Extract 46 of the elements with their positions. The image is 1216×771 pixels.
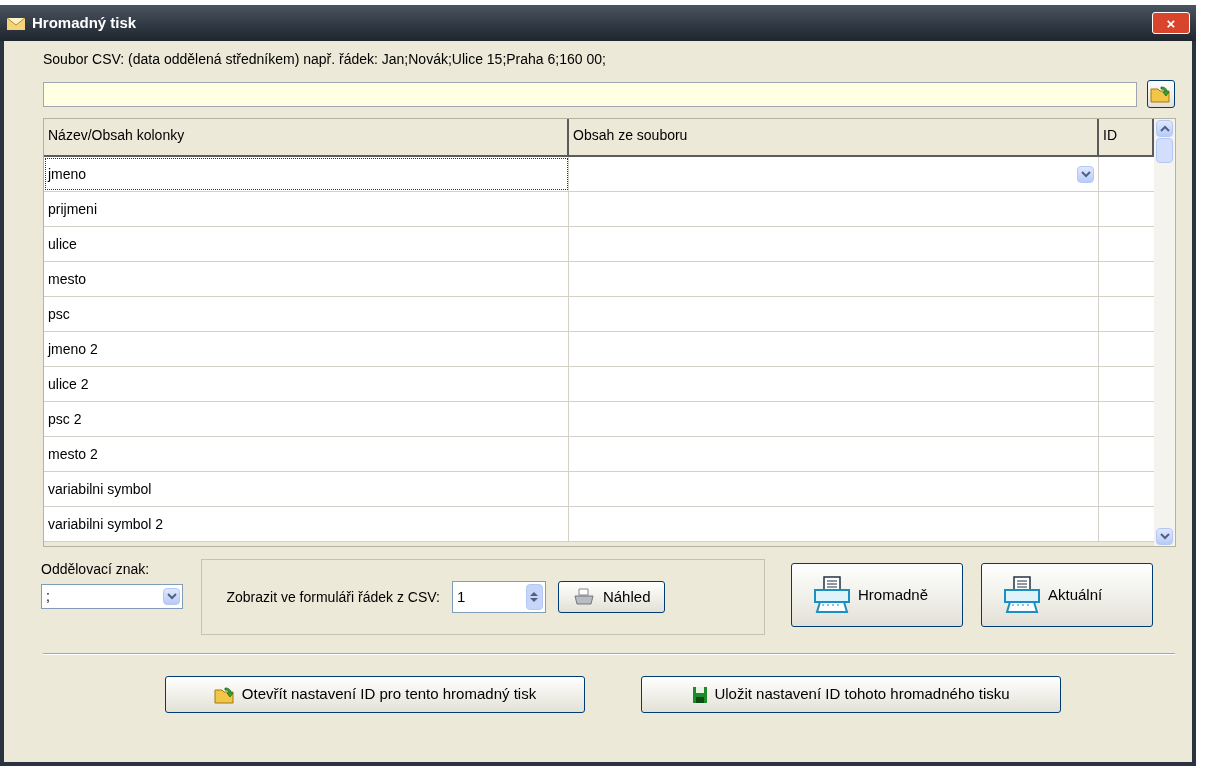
separator-label: Oddělovací znak:	[41, 560, 151, 579]
table-cell: psc 2	[44, 402, 569, 436]
folder-icon	[213, 684, 236, 705]
printer-icon	[1002, 575, 1042, 615]
dropdown-button[interactable]	[163, 588, 180, 605]
chevron-up-icon	[1159, 125, 1170, 132]
csv-file-field[interactable]	[43, 81, 1137, 107]
scroll-down-button[interactable]	[1156, 528, 1173, 545]
printer-icon	[812, 575, 852, 615]
chevron-down-icon	[1080, 170, 1091, 178]
printer-icon	[572, 588, 595, 606]
table-cell: mesto 2	[44, 437, 569, 471]
csv-file-label: Soubor CSV: (data oddělená středníkem) např. řádek: Jan;Novák;Ulice 15;Praha 6;160 00;	[43, 50, 607, 69]
print-button[interactable]: Aktuální	[981, 563, 1153, 627]
scrollbar[interactable]	[1154, 119, 1175, 546]
print-button[interactable]: Hromadně	[791, 563, 963, 627]
browse-button[interactable]	[1147, 80, 1175, 108]
row-number-spinner[interactable]: 1	[451, 581, 546, 613]
table-cell: jmeno 2	[44, 332, 569, 366]
table-cell: ulice	[44, 227, 569, 261]
separator-dropdown[interactable]: ;	[41, 584, 183, 609]
column-header[interactable]: Obsah ze souboru	[569, 119, 1099, 157]
table-cell: prijmeni	[44, 192, 569, 226]
triangle-up-icon	[530, 591, 539, 596]
envelope-icon	[6, 15, 26, 31]
preview-row-label: Zobrazit ve formuláři řádek z CSV:	[226, 587, 440, 607]
table-cell: jmeno	[44, 157, 569, 191]
scroll-up-button[interactable]	[1156, 120, 1173, 137]
folder-icon	[1150, 84, 1172, 104]
window-title: Hromadný tisk	[32, 12, 137, 33]
triangle-down-icon	[530, 598, 539, 603]
open-settings-button[interactable]: Otevřít nastavení ID pro tento hromadný tisk	[165, 676, 585, 713]
table-cell: mesto	[44, 262, 569, 296]
table-cell: ulice 2	[44, 367, 569, 401]
save-settings-button[interactable]: Uložit nastavení ID tohoto hromadného tisku	[641, 676, 1061, 713]
table-cell: variabilni symbol 2	[44, 507, 569, 541]
preview-button[interactable]: Náhled	[557, 581, 666, 613]
chevron-down-icon	[166, 593, 177, 600]
chevron-down-icon	[1159, 533, 1170, 540]
table-cell: variabilni symbol	[44, 472, 569, 506]
column-header[interactable]: ID	[1099, 119, 1154, 157]
scroll-thumb[interactable]	[1156, 138, 1173, 163]
close-button[interactable]: ×	[1152, 12, 1190, 34]
column-header[interactable]: Název/Obsah kolonky	[44, 119, 569, 157]
dropdown-button[interactable]	[1077, 165, 1094, 183]
table-cell: psc	[44, 297, 569, 331]
